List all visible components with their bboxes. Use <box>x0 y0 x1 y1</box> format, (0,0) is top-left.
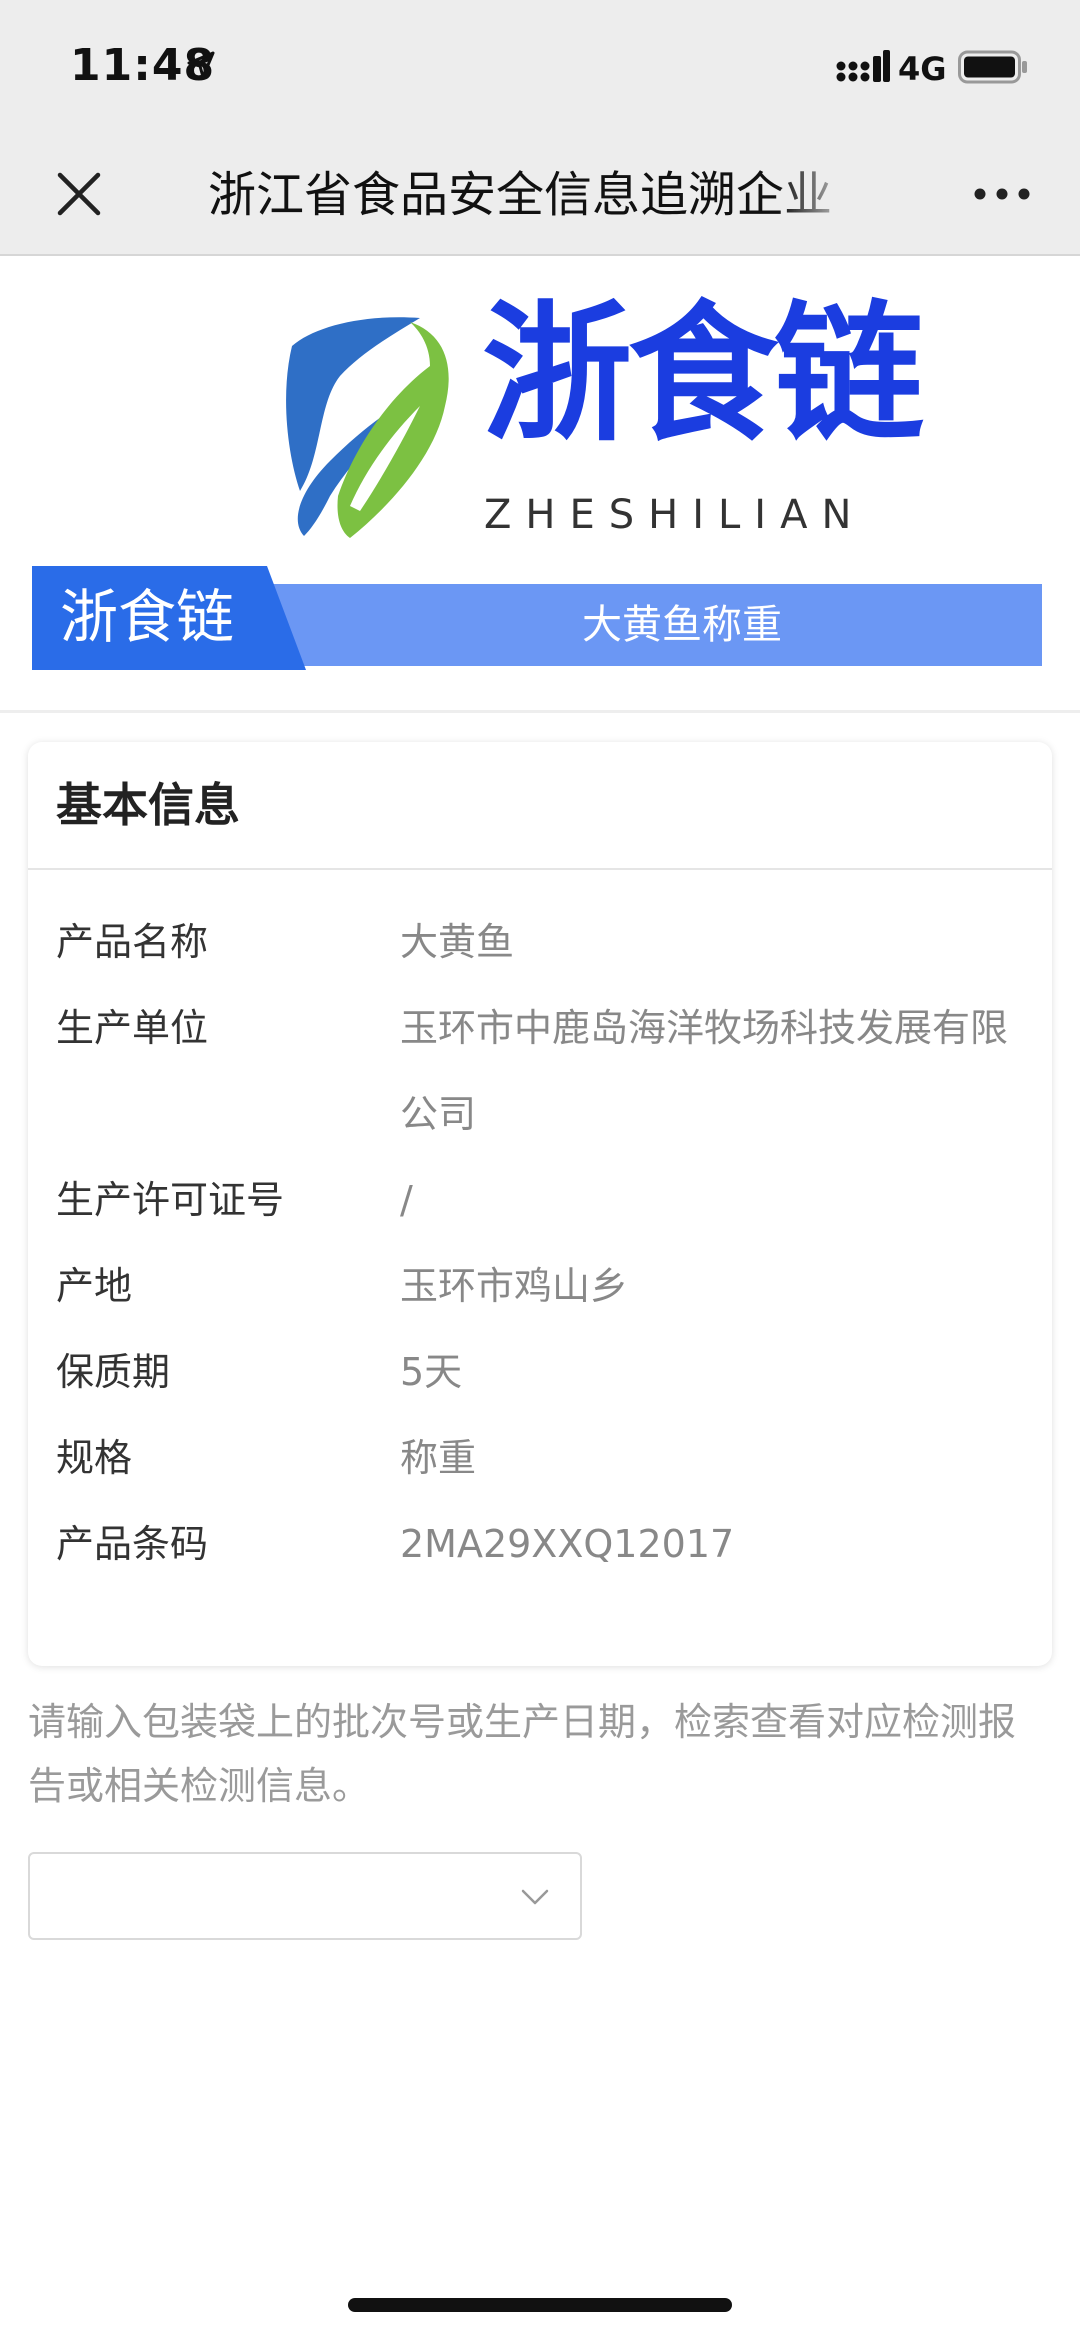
search-hint: 请输入包装袋上的批次号或生产日期，检索查看对应检测报告或相关检测信息。 <box>28 1700 1017 1808</box>
info-value: / <box>400 1178 413 1222</box>
info-value: 称重 <box>400 1436 477 1480</box>
network-type: 4G <box>898 50 947 88</box>
ribbon-tab-label: 浙食链 <box>60 583 235 651</box>
chevron-down-icon <box>521 1889 549 1905</box>
info-value: 5天 <box>400 1350 463 1394</box>
card-header: 基本信息 <box>28 742 1052 870</box>
divider <box>0 710 1080 713</box>
signal-icon <box>836 50 890 82</box>
product-ribbon: 浙食链 大黄鱼称重 <box>32 566 1042 670</box>
info-label: 保质期 <box>56 1350 171 1394</box>
logo-text-cn: 浙食链 <box>482 286 924 462</box>
logo-text-en: ZHESHILIAN <box>484 492 866 538</box>
info-label: 规格 <box>56 1436 133 1480</box>
card-title: 基本信息 <box>56 778 240 832</box>
battery-icon <box>958 50 1027 84</box>
info-value: 玉环市鸡山乡 <box>400 1264 629 1308</box>
info-label: 生产单位 <box>56 1006 209 1050</box>
close-icon[interactable] <box>52 167 106 221</box>
info-label: 产地 <box>56 1264 133 1308</box>
page-title: 浙江省食品安全信息追溯企业 <box>207 167 832 223</box>
info-value: 2MA29XXQ12017 <box>400 1522 735 1566</box>
header-banner: 浙食链 ZHESHILIAN 浙食链 大黄鱼称重 <box>0 256 1080 710</box>
batch-select[interactable] <box>28 1852 582 1940</box>
home-indicator[interactable] <box>348 2298 732 2312</box>
info-label: 产品条码 <box>56 1522 209 1566</box>
zheshilian-logo-icon <box>286 317 449 538</box>
nav-bar: 浙江省食品安全信息追溯企业 <box>0 134 1080 256</box>
info-value: 玉环市中鹿岛海洋牧场科技发展有限公司 <box>400 1006 1009 1136</box>
product-title: 大黄鱼称重 <box>582 602 782 648</box>
status-bar: 11:48 4G <box>0 0 1080 134</box>
info-label: 产品名称 <box>56 920 209 964</box>
location-arrow-icon <box>187 51 215 79</box>
basic-info-card: 基本信息 产品名称 大黄鱼 生产单位 玉环市中鹿岛海洋牧场科技发展有限公司 生产… <box>28 742 1052 1666</box>
more-icon[interactable] <box>972 186 1032 202</box>
info-value: 大黄鱼 <box>400 920 515 964</box>
info-label: 生产许可证号 <box>56 1178 285 1222</box>
